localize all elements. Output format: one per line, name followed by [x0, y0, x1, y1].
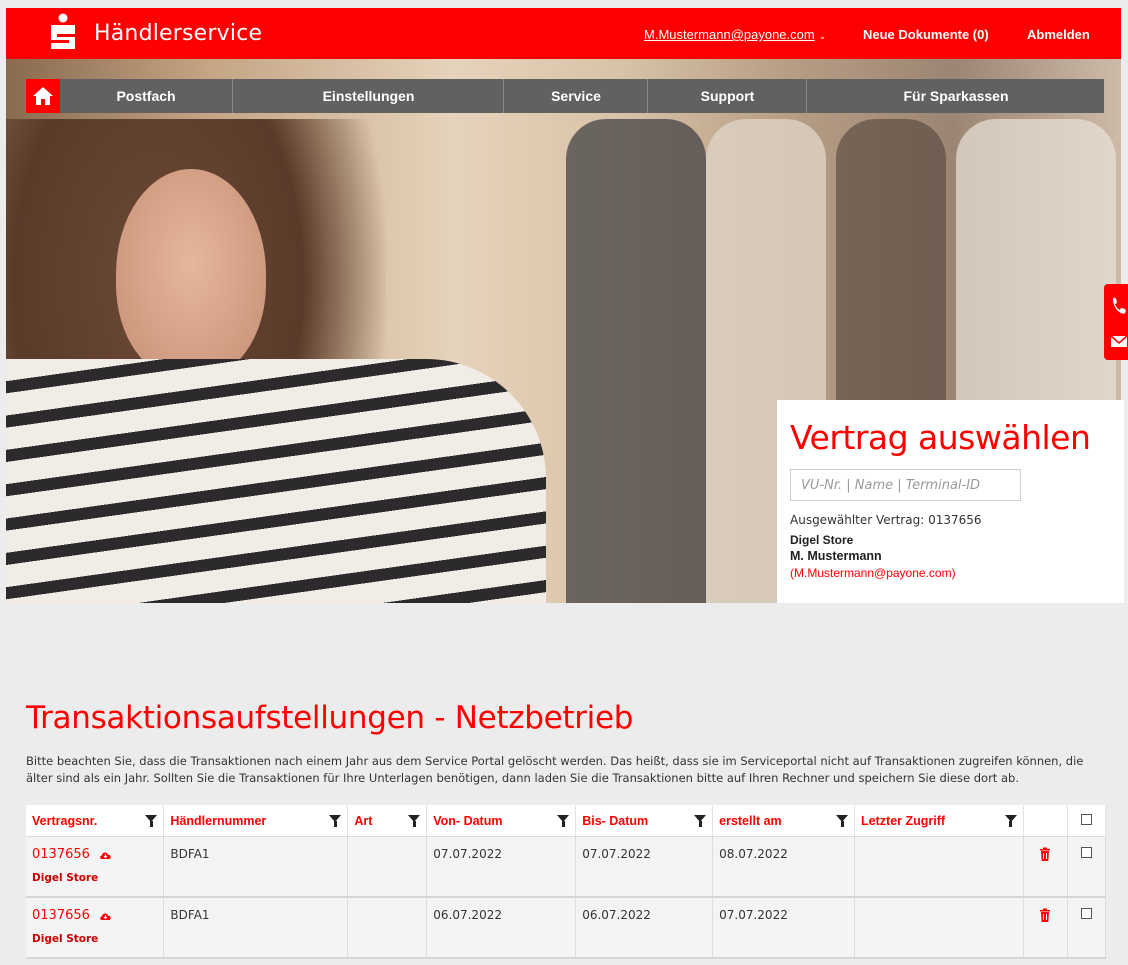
filter-icon[interactable]: [145, 815, 158, 827]
table-row[interactable]: 0137656 Digel Store BDFA1 06.07.2022 06.…: [26, 897, 1107, 959]
cell-select[interactable]: [1067, 836, 1107, 898]
filter-icon[interactable]: [329, 815, 342, 827]
nav-item-postfach[interactable]: Postfach: [60, 79, 232, 113]
selected-contact-name: M. Mustermann: [790, 549, 882, 563]
clothes-rack-shape: [566, 119, 706, 603]
photo-face: [116, 169, 266, 379]
table-header-row: Vertragsnr. Händlernummer Art Von- Datum…: [26, 805, 1107, 837]
cell-art: [347, 836, 428, 898]
store-name: Digel Store: [32, 933, 99, 945]
trash-icon[interactable]: [1039, 908, 1051, 922]
select-all-checkbox[interactable]: [1080, 813, 1092, 825]
column-header-actions: [1023, 805, 1068, 837]
cell-bis-datum: 06.07.2022: [575, 897, 714, 959]
contract-number-link[interactable]: 0137656: [32, 847, 90, 862]
column-header-art[interactable]: Art: [347, 805, 428, 837]
table-row[interactable]: 0137656 Digel Store BDFA1 07.07.2022 07.…: [26, 836, 1107, 898]
mail-icon[interactable]: [1104, 328, 1128, 358]
filter-icon[interactable]: [836, 815, 849, 827]
cell-von-datum: 07.07.2022: [426, 836, 577, 898]
cell-letzter-zugriff: [854, 836, 1024, 898]
selected-store-name: Digel Store: [790, 533, 854, 547]
cell-bis-datum: 07.07.2022: [575, 836, 714, 898]
filter-icon[interactable]: [557, 815, 570, 827]
row-checkbox[interactable]: [1080, 847, 1092, 858]
cell-haendlernummer: BDFA1: [163, 897, 349, 959]
cell-art: [347, 897, 428, 959]
contract-panel-title: Vertrag auswählen: [790, 418, 1091, 457]
cell-select[interactable]: [1067, 897, 1107, 959]
row-checkbox[interactable]: [1080, 908, 1092, 919]
cell-erstellt-am: 08.07.2022: [712, 836, 856, 898]
transactions-table: Vertragsnr. Händlernummer Art Von- Datum…: [26, 805, 1107, 959]
column-header-von-datum[interactable]: Von- Datum: [426, 805, 577, 837]
brand-title: Händlerservice: [94, 21, 263, 46]
trash-icon[interactable]: [1039, 847, 1051, 861]
main-nav: Postfach Einstellungen Service Support F…: [26, 79, 1104, 113]
contract-search-input[interactable]: [790, 469, 1021, 501]
selected-contract-label: Ausgewählter Vertrag: 0137656: [790, 513, 982, 527]
filter-icon[interactable]: [1004, 815, 1017, 827]
page-title: Transaktionsaufstellungen - Netzbetrieb: [26, 700, 634, 736]
column-header-select-all[interactable]: [1067, 805, 1107, 837]
store-name: Digel Store: [32, 872, 99, 884]
nav-item-service[interactable]: Service: [503, 79, 648, 113]
nav-item-fuer-sparkassen[interactable]: Für Sparkassen: [806, 79, 1105, 113]
cell-vertragsnr[interactable]: 0137656 Digel Store: [26, 897, 165, 959]
selected-contact-email[interactable]: (M.Mustermann@payone.com): [790, 566, 956, 580]
retention-notice: Bitte beachten Sie, dass die Transaktion…: [26, 754, 1084, 785]
chevron-down-icon[interactable]: ⌄: [819, 31, 827, 42]
contract-number-link[interactable]: 0137656: [32, 908, 90, 923]
cloud-download-icon[interactable]: [99, 850, 112, 860]
nav-home-button[interactable]: [26, 79, 60, 113]
cell-erstellt-am: 07.07.2022: [712, 897, 856, 959]
phone-icon[interactable]: [1104, 288, 1128, 324]
column-header-haendlernummer[interactable]: Händlernummer: [163, 805, 349, 837]
column-header-erstellt-am[interactable]: erstellt am: [712, 805, 856, 837]
nav-item-support[interactable]: Support: [647, 79, 807, 113]
photo-striped-shirt: [6, 359, 546, 603]
cloud-download-icon[interactable]: [99, 911, 112, 921]
filter-icon[interactable]: [408, 815, 421, 827]
nav-item-einstellungen[interactable]: Einstellungen: [232, 79, 504, 113]
cell-haendlernummer: BDFA1: [163, 836, 349, 898]
column-header-bis-datum[interactable]: Bis- Datum: [575, 805, 714, 837]
column-header-vertragsnr[interactable]: Vertragsnr.: [26, 805, 165, 837]
user-email[interactable]: M.Mustermann@payone.com: [644, 27, 815, 42]
column-header-letzter-zugriff[interactable]: Letzter Zugriff: [854, 805, 1024, 837]
cell-von-datum: 06.07.2022: [426, 897, 577, 959]
contract-select-panel: Vertrag auswählen Ausgewählter Vertrag: …: [777, 400, 1124, 603]
home-icon[interactable]: [26, 79, 60, 113]
cell-delete[interactable]: [1023, 897, 1068, 959]
cell-vertragsnr[interactable]: 0137656 Digel Store: [26, 836, 165, 898]
cell-letzter-zugriff: [854, 897, 1024, 959]
side-contact-tab[interactable]: [1104, 284, 1128, 360]
top-bar: Händlerservice M.Mustermann@payone.com ⌄ …: [6, 8, 1121, 59]
cell-delete[interactable]: [1023, 836, 1068, 898]
sparkasse-logo[interactable]: [48, 13, 78, 53]
logout-link[interactable]: Abmelden: [1027, 27, 1090, 42]
user-menu-link[interactable]: M.Mustermann@payone.com ⌄: [644, 27, 826, 42]
new-documents-link[interactable]: Neue Dokumente (0): [863, 27, 989, 42]
filter-icon[interactable]: [694, 815, 707, 827]
